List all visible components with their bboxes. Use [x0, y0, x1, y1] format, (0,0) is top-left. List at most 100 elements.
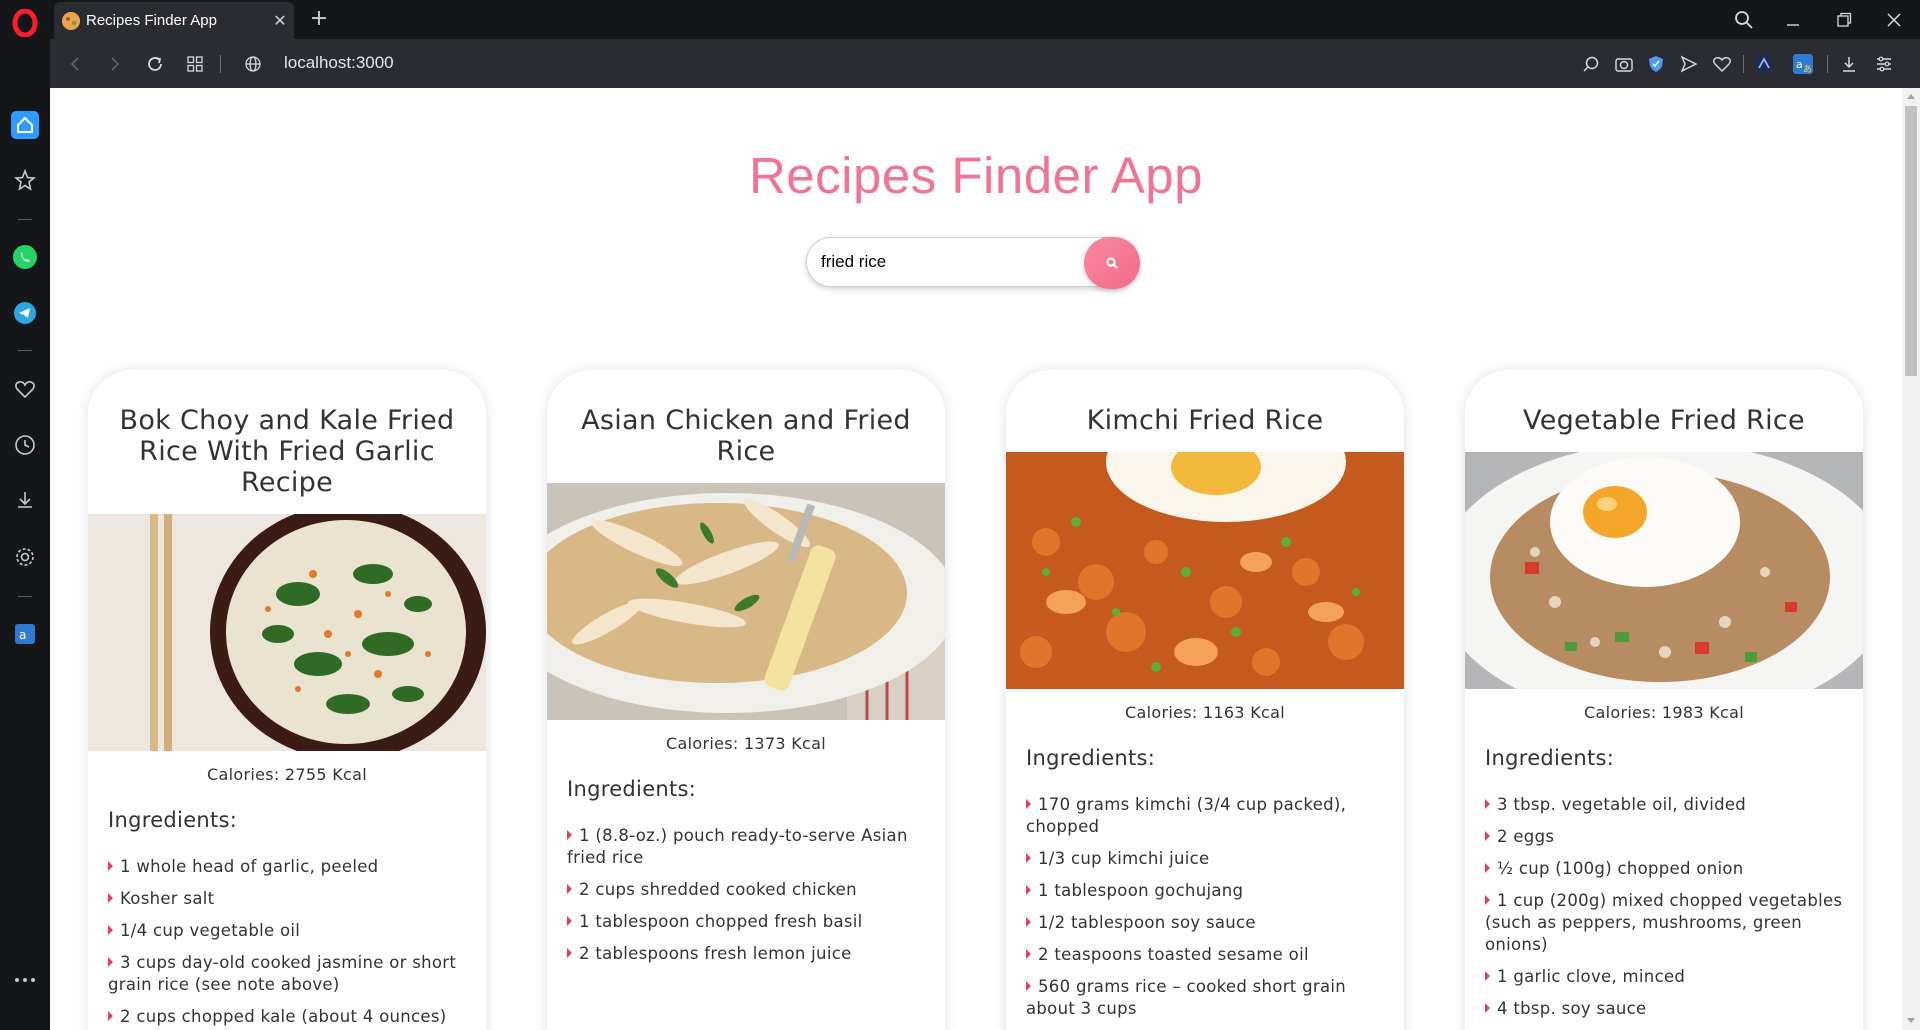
tab-title: Recipes Finder App: [86, 12, 217, 29]
ingredient-item: 1 garlic clove, minced: [1485, 966, 1843, 988]
whatsapp-icon[interactable]: [0, 237, 50, 277]
ingredients-heading: Ingredients:: [1026, 746, 1156, 770]
sidebar-separator: [18, 596, 32, 597]
recipe-image: [88, 514, 486, 751]
scrollbar-thumb[interactable]: [1905, 106, 1917, 376]
recipe-calories: Calories: 1163 Kcal: [1125, 703, 1285, 722]
ingredient-item: 1 whole head of garlic, peeled: [108, 856, 466, 878]
ingredients-heading: Ingredients:: [567, 777, 697, 801]
recipe-card[interactable]: Bok Choy and Kale Fried Rice With Fried …: [88, 370, 486, 1030]
back-icon[interactable]: [60, 49, 90, 79]
toolbar-separator: [220, 55, 221, 73]
tab-bar: Recipes Finder App ✕ +: [50, 0, 1920, 39]
sidebar-separator: [18, 219, 32, 220]
recipe-image: [547, 483, 945, 720]
restore-icon[interactable]: [1820, 0, 1868, 39]
close-tab-icon[interactable]: ✕: [266, 11, 294, 30]
recipe-card[interactable]: Kimchi Fried Rice Calories: 1163 Kcal In…: [1006, 370, 1404, 1030]
home-icon[interactable]: [0, 105, 50, 145]
toolbar-separator: [1743, 55, 1744, 73]
vpn-shield-icon[interactable]: [1643, 51, 1669, 77]
recipe-title: Asian Chicken and Fried Rice: [581, 405, 911, 467]
send-icon[interactable]: [1676, 51, 1702, 77]
ingredients-heading: Ingredients:: [108, 808, 238, 832]
close-window-icon[interactable]: [1870, 0, 1918, 39]
ingredients-list: 1 whole head of garlic, peeled Kosher sa…: [88, 856, 486, 1028]
ingredient-item: 1 tablespoon chopped fresh basil: [567, 911, 925, 933]
ingredient-item: 2 tablespoons fresh lemon juice: [567, 943, 925, 965]
recipe-card[interactable]: Vegetable Fried Rice Calories: 1983 Kcal…: [1465, 370, 1863, 1030]
ingredient-item: 2 eggs: [1485, 826, 1843, 848]
page-title: Recipes Finder App: [748, 147, 1204, 204]
svg-text:a: a: [1796, 58, 1803, 71]
svg-text:a: a: [19, 628, 26, 642]
recipe-image: [1465, 452, 1863, 689]
ingredient-item: 1/2 tablespoon soy sauce: [1026, 912, 1384, 934]
recipe-favicon-icon: [62, 11, 80, 30]
ingredient-item: 170 grams kimchi (3/4 cup packed), chopp…: [1026, 794, 1384, 838]
translate-icon[interactable]: aあ: [1790, 51, 1816, 77]
translator-icon[interactable]: a: [0, 614, 50, 654]
browser-sidebar: a: [0, 0, 50, 1030]
more-icon[interactable]: [0, 960, 50, 1000]
recipe-calories: Calories: 1983 Kcal: [1584, 703, 1744, 722]
scroll-up-icon[interactable]: [1907, 94, 1915, 99]
recipe-calories: Calories: 2755 Kcal: [207, 765, 367, 784]
ingredient-item: 4 tbsp. soy sauce: [1485, 998, 1843, 1020]
new-tab-icon[interactable]: +: [304, 4, 334, 34]
tab-recipes-finder[interactable]: Recipes Finder App ✕: [54, 2, 294, 39]
extension-icon[interactable]: [1751, 51, 1777, 77]
search-button[interactable]: [1084, 237, 1140, 289]
recipe-title: Bok Choy and Kale Fried Rice With Fried …: [119, 405, 455, 498]
search-icon: [1106, 257, 1118, 269]
recipe-title: Vegetable Fried Rice: [1523, 405, 1805, 436]
toolbar-separator: [1827, 55, 1828, 73]
ingredients-list: 170 grams kimchi (3/4 cup packed), chopp…: [1006, 794, 1404, 1020]
recipe-card[interactable]: Asian Chicken and Fried Rice Calories: 1…: [547, 370, 945, 1030]
address-bar: localhost:3000 aあ: [50, 39, 1920, 88]
recipe-calories: Calories: 1373 Kcal: [666, 734, 826, 753]
ingredient-item: 1 (8.8-oz.) pouch ready-to-serve Asian f…: [567, 825, 925, 869]
search-tabs-icon[interactable]: [1578, 51, 1604, 77]
ingredient-item: 2 teaspoons toasted sesame oil: [1026, 944, 1384, 966]
ingredient-item: 3 tbsp. vegetable oil, divided: [1485, 794, 1843, 816]
ingredient-item: 3 cups day-old cooked jasmine or short g…: [108, 952, 466, 996]
reload-icon[interactable]: [140, 49, 170, 79]
url-field[interactable]: localhost:3000: [284, 53, 394, 73]
my-flow-icon[interactable]: [0, 369, 50, 409]
search-icon[interactable]: [1720, 0, 1768, 39]
settings-icon[interactable]: [0, 537, 50, 577]
page-scrollbar[interactable]: [1902, 88, 1920, 1030]
ingredient-item: ½ cup (100g) chopped onion: [1485, 858, 1843, 880]
opera-logo-icon[interactable]: [11, 9, 39, 37]
forward-icon[interactable]: [100, 49, 130, 79]
ingredient-item: 560 grams rice – cooked short grain abou…: [1026, 976, 1384, 1020]
ingredient-item: 2 cups shredded cooked chicken: [567, 879, 925, 901]
ingredient-item: 1/4 cup vegetable oil: [108, 920, 466, 942]
easy-setup-icon[interactable]: [1871, 51, 1897, 77]
ingredient-item: 2 cups chopped kale (about 4 ounces): [108, 1006, 466, 1028]
telegram-icon[interactable]: [0, 293, 50, 333]
bookmarks-icon[interactable]: [0, 160, 50, 200]
recipe-title: Kimchi Fried Rice: [1086, 405, 1324, 436]
history-icon[interactable]: [0, 425, 50, 465]
downloads-icon[interactable]: [0, 480, 50, 520]
ingredients-list: 1 (8.8-oz.) pouch ready-to-serve Asian f…: [547, 825, 945, 965]
ingredient-item: Kosher salt: [108, 888, 466, 910]
sidebar-separator: [18, 350, 32, 351]
ingredients-heading: Ingredients:: [1485, 746, 1615, 770]
svg-text:あ: あ: [1803, 64, 1812, 74]
ingredients-list: 3 tbsp. vegetable oil, divided 2 eggs ½ …: [1465, 794, 1863, 1020]
globe-icon[interactable]: [238, 49, 268, 79]
heart-icon[interactable]: [1709, 51, 1735, 77]
search-form: [806, 237, 1140, 289]
page-viewport: Recipes Finder App Bok Choy and Kale Fri…: [50, 88, 1902, 1030]
download-icon[interactable]: [1836, 51, 1862, 77]
ingredient-item: 1 cup (200g) mixed chopped vegetables (s…: [1485, 891, 1843, 954]
ingredient-item: 1 tablespoon gochujang: [1026, 880, 1384, 902]
scroll-down-icon[interactable]: [1907, 1018, 1915, 1023]
snapshot-icon[interactable]: [1611, 51, 1637, 77]
minimize-icon[interactable]: [1769, 0, 1817, 39]
ingredient-item: 1/3 cup kimchi juice: [1026, 848, 1384, 870]
tabs-overview-icon[interactable]: [180, 49, 210, 79]
